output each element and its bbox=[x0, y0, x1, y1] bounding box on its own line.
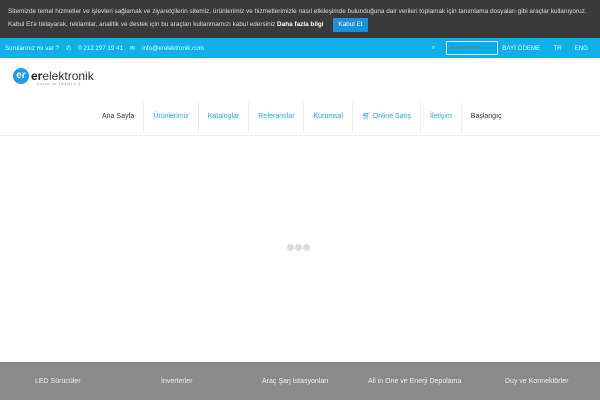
logo[interactable]: er erelektronik Sanayi ve Ticaret A.Ş. bbox=[13, 68, 94, 86]
lang-tr[interactable]: TR bbox=[553, 45, 561, 52]
mail-icon: ✉ bbox=[129, 44, 136, 52]
category-sockets-connectors[interactable]: Duy ve Konnektörler bbox=[505, 378, 568, 385]
cart-icon: 🛒︎ bbox=[362, 113, 373, 120]
category-inverters[interactable]: İnverterler bbox=[161, 378, 193, 385]
question-text: Sorularınız mı var ? bbox=[5, 44, 59, 52]
category-bar: LED Sürücüler İnverterler Araç Şarj İsta… bbox=[0, 362, 600, 400]
category-led-drivers[interactable]: LED Sürücüler bbox=[35, 378, 81, 385]
email-link[interactable]: info@erelektronik.com bbox=[142, 45, 204, 52]
top-bar: Sorularınız mı var ? ✆ 0 212 297 19 41 ✉ i… bbox=[0, 38, 600, 58]
nav-start[interactable]: Başlangıç bbox=[462, 102, 511, 132]
search-input[interactable] bbox=[446, 41, 499, 55]
category-energy-storage[interactable]: All in One ve Enerji Depolama bbox=[368, 378, 461, 385]
phone-link[interactable]: 0 212 297 19 41 bbox=[78, 45, 123, 52]
logo-mark: er bbox=[13, 68, 29, 84]
cookie-banner: Sitemizde temel hizmetler ve işlevleri s… bbox=[0, 0, 600, 38]
main-nav: Ana Sayfa Ürünlerimiz Kataloglar Referan… bbox=[93, 102, 511, 132]
lang-en[interactable]: ENG bbox=[575, 45, 588, 52]
nav-products[interactable]: Ürünlerimiz bbox=[144, 102, 199, 132]
nav-corporate[interactable]: Kurumsal bbox=[304, 102, 354, 132]
phone-icon: ✆ bbox=[66, 44, 72, 52]
dealer-payment-link[interactable]: BAYİ ÖDEME bbox=[502, 45, 540, 52]
logo-bold: er bbox=[31, 69, 43, 83]
loading-spinner bbox=[287, 244, 310, 251]
nav-catalogs[interactable]: Kataloglar bbox=[199, 102, 250, 132]
nav-online-sales-label: Online Satış bbox=[372, 113, 411, 120]
nav-online-sales[interactable]: 🛒︎ Online Satış bbox=[353, 102, 421, 132]
more-info-link[interactable]: Daha fazla bilgi bbox=[277, 21, 324, 28]
accept-cookies-button[interactable]: Kabul Et bbox=[333, 18, 368, 32]
logo-subtitle: Sanayi ve Ticaret A.Ş. bbox=[37, 82, 83, 86]
nav-contact[interactable]: İletişim bbox=[421, 102, 462, 132]
header: er erelektronik Sanayi ve Ticaret A.Ş. A… bbox=[0, 58, 600, 136]
nav-home[interactable]: Ana Sayfa bbox=[93, 102, 145, 132]
category-ev-charging[interactable]: Araç Şarj İstasyonları bbox=[262, 378, 329, 385]
logo-text: elektronik bbox=[42, 69, 94, 83]
nav-references[interactable]: Referanslar bbox=[249, 102, 305, 132]
search-icon[interactable]: ⌕ bbox=[432, 44, 435, 52]
